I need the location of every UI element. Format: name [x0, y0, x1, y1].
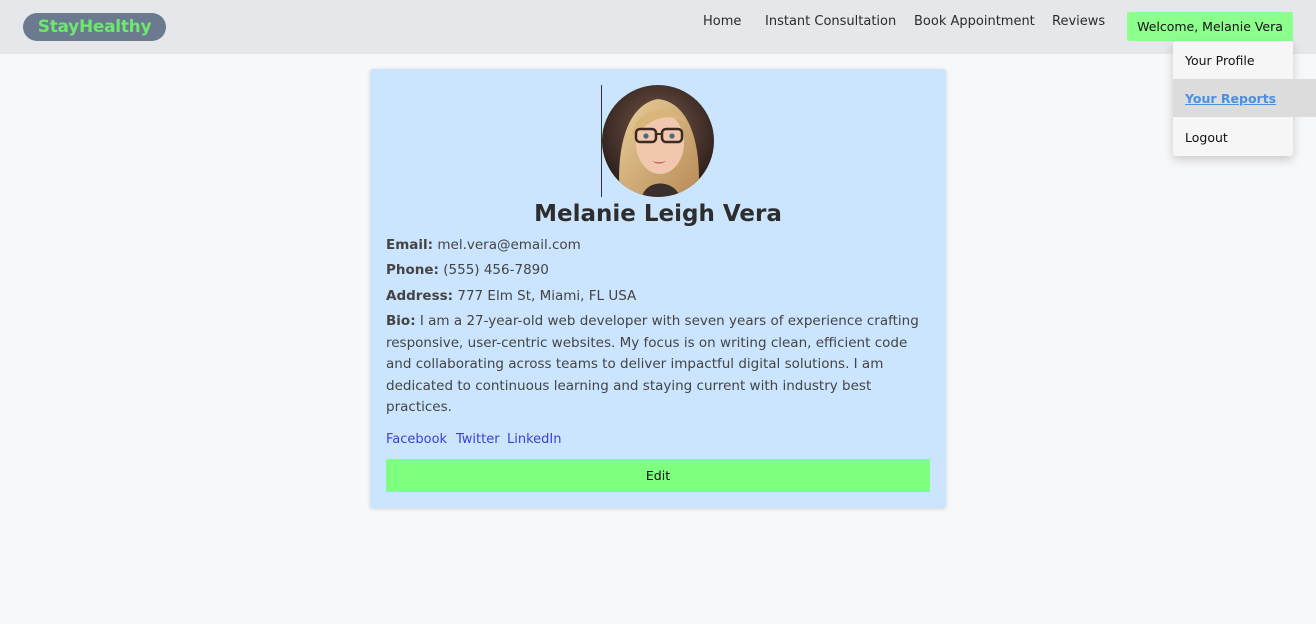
email-label: Email: [386, 237, 434, 253]
avatar-portrait-image [602, 85, 714, 197]
logout-menu-item[interactable]: Logout [1173, 118, 1293, 156]
linkedin-link[interactable]: LinkedIn [507, 432, 561, 447]
nav-reviews-link[interactable]: Reviews [1052, 14, 1105, 30]
address-row: Address: 777 Elm St, Miami, FL USA [386, 286, 931, 308]
nav-book-appointment-link[interactable]: Book Appointment [914, 14, 1035, 30]
welcome-user-button[interactable]: Welcome, Melanie Vera [1127, 12, 1293, 41]
profile-card: Melanie Leigh Vera Email: mel.vera@email… [370, 69, 946, 508]
nav-home-link[interactable]: Home [703, 14, 741, 30]
address-value: 777 Elm St, Miami, FL USA [457, 288, 637, 304]
edit-profile-button[interactable]: Edit [386, 459, 930, 492]
address-label: Address: [386, 288, 454, 304]
email-row: Email: mel.vera@email.com [386, 235, 931, 257]
profile-avatar [602, 85, 714, 197]
your-reports-menu-item[interactable]: Your Reports [1173, 79, 1316, 117]
profile-name: Melanie Leigh Vera [534, 201, 782, 227]
twitter-link[interactable]: Twitter [456, 432, 500, 447]
phone-row: Phone: (555) 456-7890 [386, 260, 931, 282]
facebook-link[interactable]: Facebook [386, 432, 447, 447]
top-navbar: StayHealthy Home Instant Consultation Bo… [0, 0, 1316, 54]
user-dropdown-menu: Your Profile Your Reports Logout [1173, 41, 1316, 156]
bio-label: Bio: [386, 313, 416, 329]
email-value: mel.vera@email.com [437, 237, 581, 253]
bio-value: I am a 27-year-old web developer with se… [386, 313, 919, 415]
your-profile-menu-item[interactable]: Your Profile [1173, 41, 1293, 79]
stayhealthy-logo[interactable]: StayHealthy [23, 13, 166, 41]
bio-row: Bio: I am a 27-year-old web developer wi… [386, 311, 931, 419]
phone-value: (555) 456-7890 [443, 262, 549, 278]
nav-instant-consultation-link[interactable]: Instant Consultation [765, 14, 896, 30]
phone-label: Phone: [386, 262, 439, 278]
